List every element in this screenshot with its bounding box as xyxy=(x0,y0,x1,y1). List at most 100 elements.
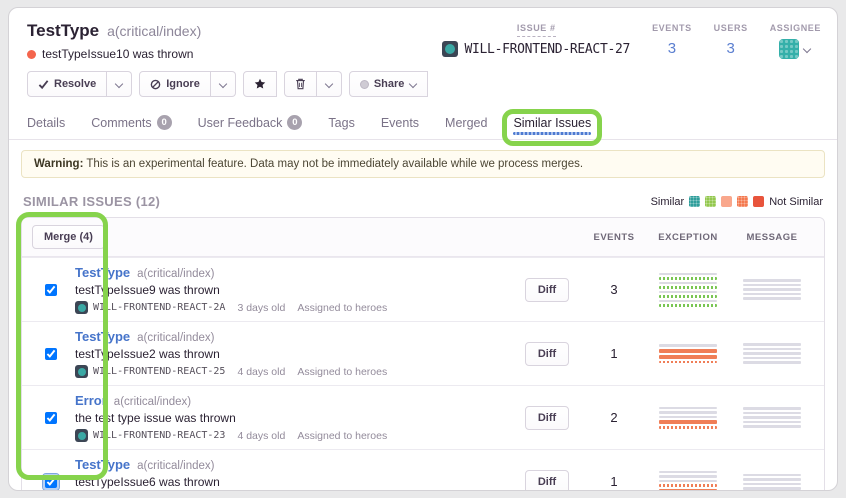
ignore-button[interactable]: Ignore xyxy=(139,71,211,97)
action-bar: Resolve Ignore Share xyxy=(9,61,837,109)
issue-id[interactable]: WILL-FRONTEND-REACT-27 xyxy=(464,42,630,57)
ignore-dropdown-button[interactable] xyxy=(211,71,236,97)
message-similarity-chart xyxy=(743,407,801,428)
similar-issues-section: SIMILAR ISSUES (12) Similar Not Similar … xyxy=(9,188,837,491)
stat-users: USERS 3 xyxy=(714,18,748,57)
feedback-count-badge: 0 xyxy=(287,115,302,130)
row-events-count: 1 xyxy=(582,346,646,361)
similar-issues-panel: Merge (4) EVENTS EXCEPTION MESSAGE TestT… xyxy=(21,217,825,491)
tab-details[interactable]: Details xyxy=(27,116,65,139)
issue-age: 4 days old xyxy=(237,430,285,442)
row-events-count: 2 xyxy=(582,410,646,425)
chevron-down-icon xyxy=(115,80,123,88)
similarity-swatch xyxy=(753,196,764,207)
issue-stats: ISSUE # WILL-FRONTEND-REACT-27 EVENTS 3 … xyxy=(442,18,821,59)
project-icon xyxy=(75,365,88,378)
stat-assignee: ASSIGNEE xyxy=(770,18,821,59)
comments-count-badge: 0 xyxy=(157,115,172,130)
column-header-exception: EXCEPTION xyxy=(646,232,730,243)
issue-age: 3 days old xyxy=(237,302,285,314)
tab-comments[interactable]: Comments 0 xyxy=(91,115,171,139)
issue-message: testTypeIssue2 was thrown xyxy=(75,347,512,361)
project-icon xyxy=(75,429,88,442)
experimental-warning-banner: Warning: This is an experimental feature… xyxy=(21,150,825,178)
assignee-avatar xyxy=(779,39,799,59)
similar-issue-row: Error a(critical/index) the test type is… xyxy=(22,385,824,449)
delete-button[interactable] xyxy=(284,71,317,97)
exception-similarity-chart xyxy=(659,407,717,429)
issue-assignment: Assigned to heroes xyxy=(297,430,387,442)
tab-merged[interactable]: Merged xyxy=(445,116,487,139)
assignee-selector[interactable] xyxy=(770,39,821,59)
chevron-down-icon xyxy=(219,80,227,88)
merge-checkbox[interactable] xyxy=(45,476,57,488)
chevron-down-icon xyxy=(803,45,811,53)
chevron-down-icon xyxy=(409,80,417,88)
merge-checkbox[interactable] xyxy=(45,412,57,424)
message-similarity-chart xyxy=(743,279,801,300)
short-id: WILL-FRONTEND-REACT-2A xyxy=(93,302,225,313)
issue-title-link[interactable]: TestType xyxy=(75,329,130,344)
bookmark-button[interactable] xyxy=(243,71,277,97)
merge-checkbox[interactable] xyxy=(45,284,57,296)
share-button[interactable]: Share xyxy=(349,71,429,97)
resolve-button[interactable]: Resolve xyxy=(27,71,107,97)
issue-title-link[interactable]: TestType xyxy=(75,457,130,472)
similarity-swatch xyxy=(737,196,748,207)
issue-assignment: Assigned to heroes xyxy=(297,302,387,314)
delete-dropdown-button[interactable] xyxy=(317,71,342,97)
tab-user-feedback[interactable]: User Feedback 0 xyxy=(198,115,303,139)
issue-message: testTypeIssue6 was thrown xyxy=(75,475,512,489)
issue-title-link[interactable]: Error xyxy=(75,393,107,408)
share-status-icon xyxy=(360,80,369,89)
check-icon xyxy=(38,79,49,90)
row-events-count: 1 xyxy=(582,474,646,489)
merge-button[interactable]: Merge (4) xyxy=(32,225,105,249)
diff-button[interactable]: Diff xyxy=(525,470,569,492)
column-header-events: EVENTS xyxy=(582,232,646,243)
issue-header: TestType a(critical/index) testTypeIssue… xyxy=(9,8,837,61)
users-count[interactable]: 3 xyxy=(714,40,748,57)
issue-tabs: Details Comments 0 User Feedback 0 Tags … xyxy=(9,109,837,140)
tab-events[interactable]: Events xyxy=(381,116,419,139)
resolve-dropdown-button[interactable] xyxy=(107,71,132,97)
short-id: WILL-FRONTEND-REACT-25 xyxy=(93,366,225,377)
diff-button[interactable]: Diff xyxy=(525,406,569,430)
issue-subtitle: testTypeIssue10 was thrown xyxy=(42,47,193,61)
stat-issue-number: ISSUE # WILL-FRONTEND-REACT-27 xyxy=(442,18,630,57)
tab-similar-issues[interactable]: Similar Issues xyxy=(513,116,591,139)
section-heading: SIMILAR ISSUES (12) xyxy=(23,194,160,209)
diff-button[interactable]: Diff xyxy=(525,342,569,366)
row-events-count: 3 xyxy=(582,282,646,297)
chevron-down-icon xyxy=(325,80,333,88)
message-similarity-chart xyxy=(743,474,801,490)
diff-button[interactable]: Diff xyxy=(525,278,569,302)
similar-issue-row: TestType a(critical/index) testTypeIssue… xyxy=(22,257,824,321)
star-icon xyxy=(254,78,266,90)
trash-icon xyxy=(295,78,306,90)
page-title: TestType xyxy=(27,21,99,41)
project-icon xyxy=(442,41,458,57)
tab-tags[interactable]: Tags xyxy=(328,116,354,139)
short-id: WILL-FRONTEND-REACT-23 xyxy=(93,430,225,441)
project-icon xyxy=(75,301,88,314)
similarity-swatch xyxy=(689,196,700,207)
issue-message: testTypeIssue9 was thrown xyxy=(75,283,512,297)
issue-detail-card: TestType a(critical/index) testTypeIssue… xyxy=(8,7,838,491)
similar-issue-row: TestType a(critical/index) testTypeIssue… xyxy=(22,321,824,385)
similarity-legend: Similar Not Similar xyxy=(651,196,823,208)
error-level-dot xyxy=(27,50,36,59)
issue-title-link[interactable]: TestType xyxy=(75,265,130,280)
exception-similarity-chart xyxy=(659,344,717,363)
mute-icon xyxy=(150,79,161,90)
similarity-swatch xyxy=(705,196,716,207)
exception-similarity-chart xyxy=(659,273,717,307)
events-count[interactable]: 3 xyxy=(652,40,692,57)
active-tab-underline xyxy=(513,132,591,135)
similar-issue-row: TestType a(critical/index) testTypeIssue… xyxy=(22,449,824,491)
issue-number-label: ISSUE # xyxy=(517,23,556,37)
issue-culprit: a(critical/index) xyxy=(107,23,201,39)
similarity-swatch xyxy=(721,196,732,207)
issue-message: the test type issue was thrown xyxy=(75,411,512,425)
merge-checkbox[interactable] xyxy=(45,348,57,360)
